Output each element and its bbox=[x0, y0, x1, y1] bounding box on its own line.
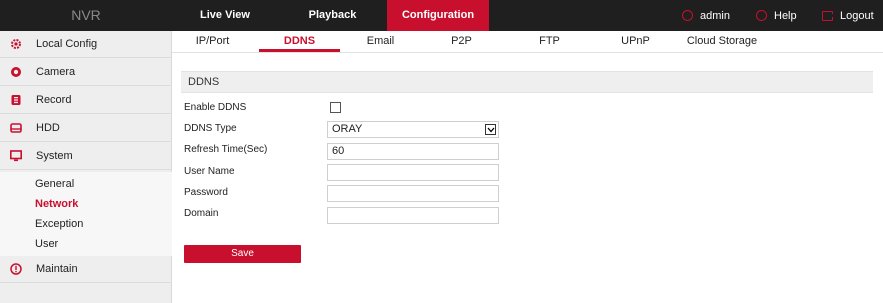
sidebar-item-camera[interactable]: Camera bbox=[0, 59, 172, 86]
tab-live-view[interactable]: Live View bbox=[172, 0, 278, 31]
subtab-ip-port[interactable]: IP/Port bbox=[172, 31, 253, 52]
sidebar-item-system[interactable]: System bbox=[0, 143, 172, 170]
tab-playback[interactable]: Playback bbox=[278, 0, 387, 31]
sidebar-subitem-general[interactable]: General bbox=[35, 174, 74, 194]
sidebar-item-hdd[interactable]: HDD bbox=[0, 115, 172, 142]
sidebar-item-label: System bbox=[36, 150, 73, 162]
sidebar: Local Config Camera Record HDD System Ge… bbox=[0, 31, 172, 303]
user-menu[interactable]: admin bbox=[682, 0, 730, 31]
sidebar-subitem-exception[interactable]: Exception bbox=[35, 214, 83, 234]
user-icon bbox=[682, 10, 693, 21]
sidebar-item-label: HDD bbox=[36, 122, 60, 134]
sidebar-item-record[interactable]: Record bbox=[0, 87, 172, 114]
monitor-icon bbox=[10, 150, 22, 162]
sidebar-subitem-network[interactable]: Network bbox=[35, 194, 78, 214]
top-navigation-bar: NVR Live View Playback Configuration adm… bbox=[0, 0, 883, 31]
gear-icon bbox=[10, 38, 22, 50]
logout-label: Logout bbox=[840, 9, 874, 22]
app-logo: NVR bbox=[71, 7, 101, 23]
logout-link[interactable]: Logout bbox=[822, 0, 874, 31]
subtab-upnp[interactable]: UPnP bbox=[595, 31, 676, 52]
save-button[interactable]: Save bbox=[184, 245, 301, 263]
username-input[interactable] bbox=[327, 164, 499, 181]
sidebar-item-maintain[interactable]: Maintain bbox=[0, 256, 172, 283]
chevron-down-icon bbox=[485, 124, 496, 135]
subtab-divider bbox=[172, 52, 883, 53]
ddns-type-label: DDNS Type bbox=[184, 123, 237, 134]
username-label: User Name bbox=[184, 166, 235, 177]
refresh-time-input[interactable]: 60 bbox=[327, 143, 499, 160]
domain-label: Domain bbox=[184, 208, 219, 219]
sidebar-item-label: Camera bbox=[36, 66, 76, 78]
info-icon bbox=[10, 263, 22, 275]
section-title: DDNS bbox=[181, 71, 873, 93]
sidebar-item-label: Local Config bbox=[36, 38, 98, 50]
tab-configuration[interactable]: Configuration bbox=[387, 0, 489, 31]
hdd-icon bbox=[10, 122, 22, 134]
enable-ddns-checkbox[interactable] bbox=[330, 102, 341, 113]
logout-icon bbox=[822, 10, 835, 21]
sidebar-subitem-user[interactable]: User bbox=[35, 234, 58, 254]
domain-input[interactable] bbox=[327, 207, 499, 224]
sidebar-item-label: Record bbox=[36, 94, 72, 106]
subtab-p2p[interactable]: P2P bbox=[421, 31, 502, 52]
help-link[interactable]: Help bbox=[756, 0, 797, 31]
system-submenu bbox=[0, 172, 172, 256]
subtab-cloud-storage[interactable]: Cloud Storage bbox=[677, 31, 767, 52]
camera-icon bbox=[10, 66, 22, 78]
username-label: admin bbox=[700, 9, 730, 22]
refresh-time-label: Refresh Time(Sec) bbox=[184, 144, 268, 155]
sidebar-item-local-config[interactable]: Local Config bbox=[0, 31, 172, 58]
subtab-ftp[interactable]: FTP bbox=[509, 31, 590, 52]
help-icon bbox=[756, 10, 767, 21]
ddns-type-select[interactable]: ORAY bbox=[327, 121, 499, 138]
help-label: Help bbox=[774, 9, 797, 22]
sidebar-item-label: Maintain bbox=[36, 263, 78, 275]
record-icon bbox=[10, 94, 22, 106]
ddns-type-value: ORAY bbox=[332, 123, 363, 135]
subtab-email[interactable]: Email bbox=[340, 31, 421, 52]
password-input[interactable] bbox=[327, 185, 499, 202]
password-label: Password bbox=[184, 187, 228, 198]
enable-ddns-label: Enable DDNS bbox=[184, 102, 247, 113]
